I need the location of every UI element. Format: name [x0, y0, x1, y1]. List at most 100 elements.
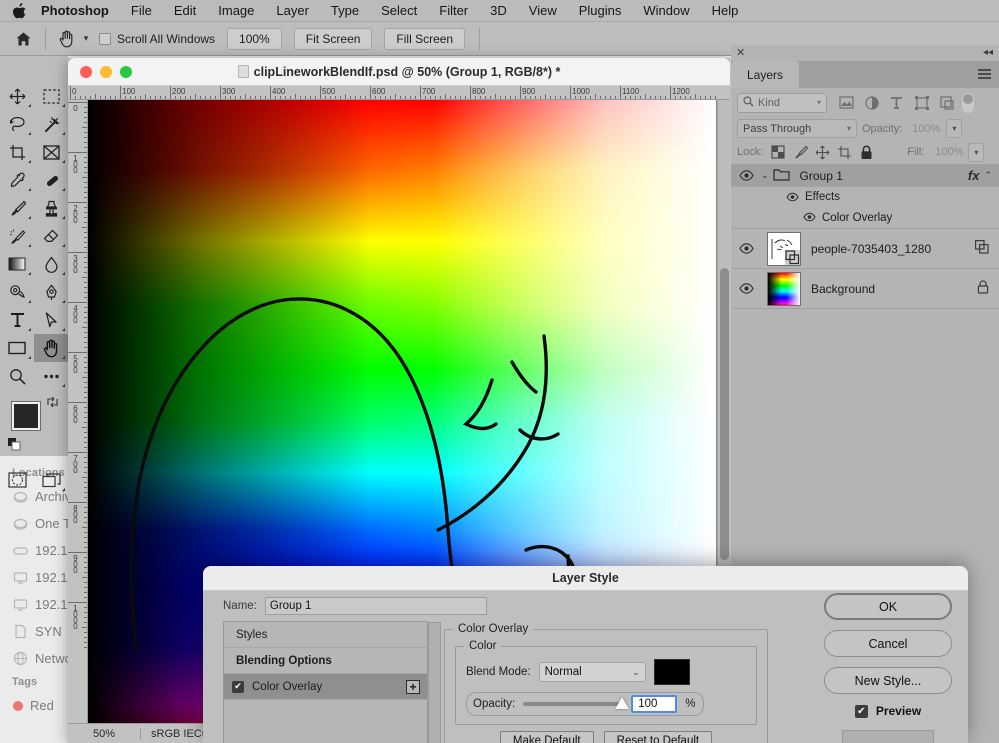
- blend-mode-select[interactable]: Normal ⌄: [539, 662, 646, 682]
- layer-thumbnail[interactable]: [767, 272, 801, 306]
- close-icon[interactable]: ✕: [736, 46, 745, 60]
- swap-colors-icon[interactable]: [46, 396, 59, 411]
- lock-all-icon[interactable]: [857, 143, 875, 161]
- group-expand-chevron-down-icon[interactable]: ⌄: [761, 170, 769, 181]
- menu-item-edit[interactable]: Edit: [163, 0, 207, 22]
- filter-pixel-icon[interactable]: [834, 92, 859, 114]
- horizontal-ruler[interactable]: 0100200300400500600700800900100011001200: [68, 86, 730, 100]
- scrollbar-thumb[interactable]: [720, 268, 729, 560]
- vertical-ruler[interactable]: 01002003004005006007008009001000: [68, 100, 88, 743]
- apple-logo-icon[interactable]: [8, 0, 30, 22]
- eyedropper-tool[interactable]: [0, 166, 34, 194]
- tool-preset-chevron-down-icon[interactable]: ▾: [79, 27, 93, 51]
- menu-item-3d[interactable]: 3D: [479, 0, 518, 22]
- eraser-tool[interactable]: [34, 222, 68, 250]
- reset-to-default-button[interactable]: Reset to Default: [604, 731, 712, 743]
- magic-wand-tool[interactable]: [34, 110, 68, 138]
- filter-kind-select[interactable]: Kind ▾: [737, 93, 827, 113]
- edit-toolbar-tool[interactable]: [34, 362, 68, 390]
- overlay-color-swatch[interactable]: [654, 659, 690, 685]
- effects-visibility-eye-icon[interactable]: [786, 192, 799, 203]
- rectangular-marquee-tool[interactable]: [34, 82, 68, 110]
- styles-list-item-blending-options[interactable]: Blending Options: [224, 648, 427, 674]
- menu-item-photoshop[interactable]: Photoshop: [30, 0, 120, 22]
- menu-item-help[interactable]: Help: [701, 0, 750, 22]
- cancel-button[interactable]: Cancel: [824, 630, 952, 657]
- menu-item-layer[interactable]: Layer: [265, 0, 320, 22]
- brush-tool[interactable]: [0, 194, 34, 222]
- fill-value[interactable]: 100%: [930, 143, 964, 162]
- opacity-chevron-down-icon[interactable]: ▾: [946, 119, 962, 138]
- menu-item-window[interactable]: Window: [632, 0, 700, 22]
- screen-mode-icon[interactable]: [34, 466, 68, 494]
- lock-transparent-pixels-icon[interactable]: [769, 143, 787, 161]
- hand-tool-icon[interactable]: [55, 27, 79, 51]
- layer-thumbnail[interactable]: [767, 232, 801, 266]
- clone-stamp-tool[interactable]: [34, 194, 68, 222]
- filter-smartobject-icon[interactable]: [934, 92, 959, 114]
- foreground-color-swatch[interactable]: [12, 402, 40, 430]
- make-default-button[interactable]: Make Default: [500, 731, 594, 743]
- styles-list-scrollbar[interactable]: [428, 622, 441, 743]
- gradient-tool[interactable]: [0, 250, 34, 278]
- color-overlay-checkbox[interactable]: ✔: [232, 681, 244, 693]
- style-name-input[interactable]: Group 1: [265, 597, 487, 615]
- default-colors-icon[interactable]: [8, 438, 21, 454]
- lock-image-pixels-icon[interactable]: [791, 143, 809, 161]
- color-overlay-visibility-eye-icon[interactable]: [803, 212, 816, 223]
- quick-mask-icon[interactable]: [0, 466, 34, 494]
- pen-tool[interactable]: [34, 278, 68, 306]
- frame-tool[interactable]: [34, 138, 68, 166]
- filter-shape-icon[interactable]: [909, 92, 934, 114]
- fit-screen-button[interactable]: Fit Screen: [294, 28, 373, 50]
- slider-handle[interactable]: [615, 697, 629, 709]
- lock-artboard-icon[interactable]: [835, 143, 853, 161]
- tab-layers[interactable]: Layers: [731, 61, 799, 88]
- blur-tool[interactable]: [34, 250, 68, 278]
- menu-item-filter[interactable]: Filter: [428, 0, 479, 22]
- effects-collapse-chevron-up-icon[interactable]: ⌃: [984, 170, 992, 181]
- fill-screen-button[interactable]: Fill Screen: [384, 28, 465, 50]
- collapse-panel-icon[interactable]: ◂◂: [983, 47, 993, 59]
- lock-position-icon[interactable]: [813, 143, 831, 161]
- layer-effects-fx-icon[interactable]: fx: [968, 168, 980, 183]
- menu-item-plugins[interactable]: Plugins: [568, 0, 633, 22]
- menu-item-image[interactable]: Image: [207, 0, 265, 22]
- preview-checkbox-row[interactable]: ✔ Preview: [855, 704, 921, 718]
- move-tool[interactable]: [0, 82, 34, 110]
- blend-mode-select[interactable]: Pass Through ▾: [737, 119, 857, 138]
- document-title-bar[interactable]: clipLineworkBlendIf.psd @ 50% (Group 1, …: [68, 58, 730, 86]
- type-tool[interactable]: [0, 306, 34, 334]
- opacity-value[interactable]: 100%: [907, 119, 941, 138]
- layer-visibility-eye-icon[interactable]: [731, 283, 761, 294]
- layer-effect-color-overlay-row[interactable]: Color Overlay: [731, 207, 999, 229]
- opacity-slider[interactable]: [523, 702, 623, 706]
- scroll-all-windows-checkbox[interactable]: Scroll All Windows: [99, 32, 215, 46]
- path-selection-tool[interactable]: [34, 306, 68, 334]
- zoom-100-button[interactable]: 100%: [227, 28, 282, 50]
- styles-list-item-styles[interactable]: Styles: [224, 622, 427, 648]
- layer-visibility-eye-icon[interactable]: [731, 243, 761, 254]
- healing-brush-tool[interactable]: [34, 166, 68, 194]
- filter-enable-toggle[interactable]: [962, 93, 974, 113]
- layer-row-background[interactable]: Background: [731, 269, 999, 309]
- zoom-level[interactable]: 50%: [68, 728, 140, 740]
- new-style-button[interactable]: New Style...: [824, 667, 952, 694]
- filter-adjustment-icon[interactable]: [859, 92, 884, 114]
- hand-tool[interactable]: [34, 334, 68, 362]
- menu-item-file[interactable]: File: [120, 0, 163, 22]
- history-brush-tool[interactable]: [0, 222, 34, 250]
- styles-list-item-color-overlay[interactable]: ✔ Color Overlay +: [224, 674, 427, 700]
- menu-item-view[interactable]: View: [518, 0, 568, 22]
- filter-type-icon[interactable]: [884, 92, 909, 114]
- layer-row-group-1[interactable]: ⌄ Group 1 fx ⌃: [731, 165, 999, 187]
- home-icon[interactable]: [10, 26, 36, 52]
- opacity-input[interactable]: 100: [631, 695, 677, 713]
- fill-chevron-down-icon[interactable]: ▾: [968, 143, 984, 162]
- lasso-tool[interactable]: [0, 110, 34, 138]
- panel-menu-icon[interactable]: [978, 69, 991, 81]
- rectangle-tool[interactable]: [0, 334, 34, 362]
- ok-button[interactable]: OK: [824, 593, 952, 620]
- zoom-tool[interactable]: [0, 362, 34, 390]
- add-effect-plus-icon[interactable]: +: [406, 680, 420, 694]
